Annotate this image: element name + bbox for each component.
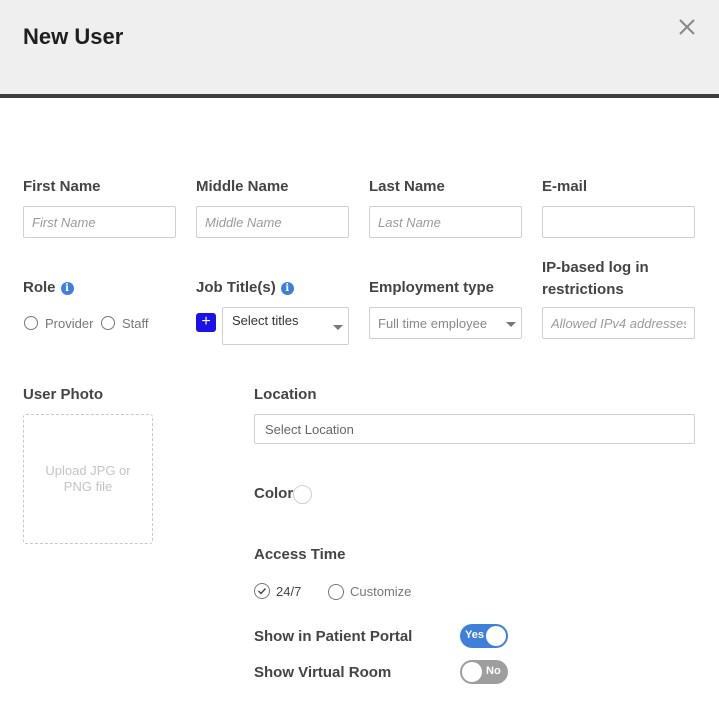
job-titles-select-text: Select titles: [232, 313, 299, 328]
photo-upload-dropzone[interactable]: Upload JPG or PNG file: [23, 414, 153, 544]
check-icon: [258, 588, 267, 595]
location-label: Location: [254, 386, 317, 403]
show-patient-portal-label: Show in Patient Portal: [254, 628, 413, 645]
first-name-input[interactable]: [23, 206, 176, 238]
job-titles-label: Job Title(s) i: [196, 279, 294, 296]
last-name-label: Last Name: [369, 178, 445, 195]
show-patient-portal-toggle[interactable]: Yes: [460, 624, 508, 648]
toggle-state-label: No: [486, 665, 501, 677]
modal-header: New User: [0, 0, 719, 98]
employment-type-value: Full time employee: [378, 316, 488, 331]
role-label: Role i: [23, 279, 74, 296]
close-icon[interactable]: [676, 16, 698, 38]
info-icon[interactable]: i: [280, 282, 294, 295]
access-time-option-247: 24/7: [276, 584, 302, 599]
middle-name-input[interactable]: [196, 206, 349, 238]
color-picker-swatch[interactable]: [293, 485, 312, 504]
add-job-title-button[interactable]: +: [196, 313, 216, 332]
job-titles-select[interactable]: Select titles: [222, 307, 349, 345]
ip-restrictions-label: IP-based log in restrictions: [542, 259, 649, 298]
toggle-state-label: Yes: [465, 629, 484, 641]
location-input[interactable]: [254, 414, 695, 444]
modal-title: New User: [23, 24, 124, 49]
user-photo-label: User Photo: [23, 386, 104, 403]
email-label: E-mail: [542, 178, 588, 195]
access-time-radio-247[interactable]: [254, 583, 270, 599]
role-radio-provider[interactable]: [24, 316, 38, 330]
role-radio-staff[interactable]: [101, 316, 115, 330]
role-option-staff: Staff: [122, 316, 149, 331]
show-virtual-room-toggle[interactable]: No: [460, 660, 508, 684]
role-label-text: Role: [23, 279, 56, 296]
info-icon[interactable]: i: [60, 282, 74, 295]
access-time-option-customize: Customize: [350, 584, 412, 599]
color-label: Color: [254, 485, 294, 502]
access-time-radio-customize[interactable]: [328, 584, 344, 600]
show-virtual-room-label: Show Virtual Room: [254, 664, 392, 681]
toggle-knob: [462, 662, 482, 682]
last-name-input[interactable]: [369, 206, 522, 238]
role-option-provider: Provider: [45, 316, 94, 331]
upload-hint: Upload JPG or PNG file: [45, 463, 131, 494]
job-titles-label-text: Job Title(s): [196, 279, 276, 296]
chevron-down-icon: [333, 325, 343, 330]
employment-type-label: Employment type: [369, 279, 495, 296]
employment-type-select[interactable]: Full time employee: [369, 307, 522, 339]
ip-restrictions-input[interactable]: [542, 307, 695, 339]
email-input[interactable]: [542, 206, 695, 238]
middle-name-label: Middle Name: [196, 178, 289, 195]
toggle-knob: [486, 626, 506, 646]
chevron-down-icon: [506, 322, 516, 327]
access-time-label: Access Time: [254, 546, 346, 563]
first-name-label: First Name: [23, 178, 101, 195]
